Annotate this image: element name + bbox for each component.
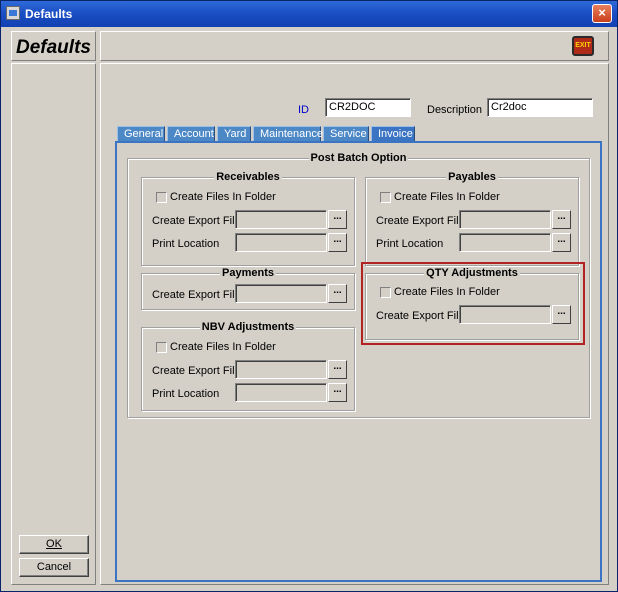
post-batch-option-title: Post Batch Option <box>308 152 409 164</box>
close-button[interactable]: × <box>592 4 612 23</box>
tab-yard[interactable]: Yard <box>217 126 251 141</box>
tab-service[interactable]: Service <box>323 126 369 141</box>
left-panel: OK Cancel <box>11 63 96 585</box>
receivables-create-files-label: Create Files In Folder <box>170 191 276 203</box>
window-title: Defaults <box>25 7 73 21</box>
nbv-print-browse-button[interactable]: ... <box>328 383 347 402</box>
ok-button[interactable]: OK <box>19 535 89 554</box>
nbv-export-browse-button[interactable]: ... <box>328 360 347 379</box>
cancel-button[interactable]: Cancel <box>19 558 89 577</box>
invoice-tab-panel: Post Batch Option Receivables Create Fil… <box>115 141 602 582</box>
payables-print-field[interactable] <box>459 233 551 252</box>
payables-print-label: Print Location <box>376 238 444 250</box>
description-field[interactable]: Cr2doc <box>487 98 593 117</box>
id-label: ID <box>298 104 309 116</box>
payables-print-browse-button[interactable]: ... <box>552 233 571 252</box>
ok-label: OK <box>46 538 62 550</box>
toolbar-panel: EXIT <box>100 31 609 61</box>
receivables-print-label: Print Location <box>152 238 220 250</box>
main-panel: ID CR2DOC Description Cr2doc General Acc… <box>100 63 609 585</box>
payables-export-browse-button[interactable]: ... <box>552 210 571 229</box>
nbv-create-files-checkbox[interactable] <box>156 342 167 353</box>
client-area: Defaults EXIT OK Cancel ID CR2DOC Descri… <box>4 28 614 589</box>
nbv-adjustments-title: NBV Adjustments <box>199 321 297 333</box>
nbv-export-label: Create Export File <box>152 365 241 377</box>
tab-maintenance[interactable]: Maintenance <box>253 126 323 141</box>
post-batch-option-group: Post Batch Option Receivables Create Fil… <box>127 152 590 418</box>
payables-title: Payables <box>446 171 498 183</box>
receivables-print-browse-button[interactable]: ... <box>328 233 347 252</box>
title-bar[interactable]: Defaults × <box>1 1 617 27</box>
tab-account[interactable]: Account <box>167 126 215 141</box>
nbv-create-files-label: Create Files In Folder <box>170 341 276 353</box>
page-title: Defaults <box>16 37 91 58</box>
receivables-group: Receivables Create Files In Folder Creat… <box>141 171 355 266</box>
payments-group: Payments Create Export File ... <box>141 267 355 310</box>
receivables-export-label: Create Export File <box>152 215 241 227</box>
receivables-create-files-checkbox[interactable] <box>156 192 167 203</box>
exit-icon[interactable]: EXIT <box>572 36 594 56</box>
payments-export-label: Create Export File <box>152 289 241 301</box>
receivables-title: Receivables <box>214 171 282 183</box>
receivables-print-field[interactable] <box>235 233 327 252</box>
nbv-export-field[interactable] <box>235 360 327 379</box>
payables-create-files-checkbox[interactable] <box>380 192 391 203</box>
nbv-print-field[interactable] <box>235 383 327 402</box>
cancel-label: Cancel <box>36 561 72 573</box>
payments-title: Payments <box>220 267 276 279</box>
payments-export-browse-button[interactable]: ... <box>328 284 347 303</box>
nbv-adjustments-group: NBV Adjustments Create Files In Folder C… <box>141 321 355 411</box>
id-field[interactable]: CR2DOC <box>325 98 411 117</box>
description-label: Description <box>427 104 483 116</box>
defaults-window: Defaults × Defaults EXIT OK Cancel ID CR… <box>0 0 618 592</box>
payables-group: Payables Create Files In Folder Create E… <box>365 171 579 266</box>
app-icon <box>6 6 20 20</box>
qty-adjustments-highlight <box>361 262 585 345</box>
nbv-print-label: Print Location <box>152 388 220 400</box>
payables-create-files-label: Create Files In Folder <box>394 191 500 203</box>
tab-invoice[interactable]: Invoice <box>371 126 415 142</box>
receivables-export-browse-button[interactable]: ... <box>328 210 347 229</box>
payables-export-label: Create Export File <box>376 215 465 227</box>
payments-export-field[interactable] <box>235 284 327 303</box>
title-panel: Defaults <box>11 31 96 61</box>
receivables-export-field[interactable] <box>235 210 327 229</box>
tab-general[interactable]: General <box>117 126 165 141</box>
payables-export-field[interactable] <box>459 210 551 229</box>
